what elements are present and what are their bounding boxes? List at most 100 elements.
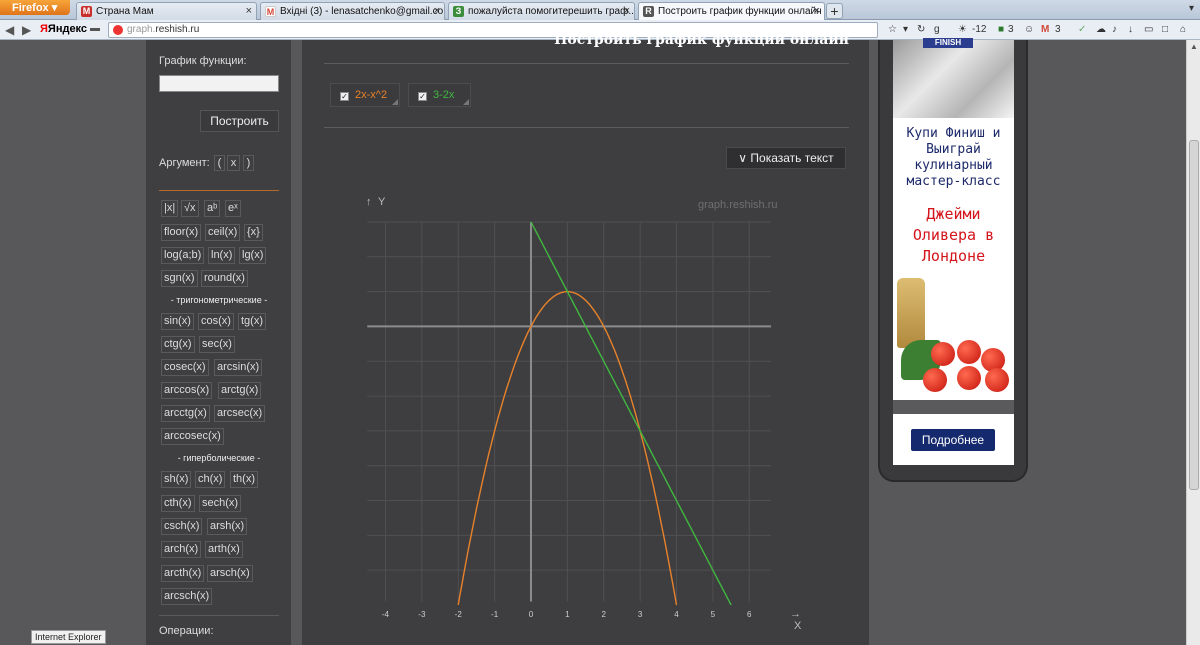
bookmark-folder-icon[interactable]: ▬ [90,23,100,34]
window-icon[interactable]: □ [1162,24,1168,35]
forward-icon[interactable]: ▶ [22,23,31,37]
graph-area[interactable]: -4-3-2-101234563210-1-2-3-4-5-6-7 graph.… [350,185,850,645]
dropdown-icon[interactable]: ▾ [903,24,908,35]
tomato-image [957,340,981,364]
new-tab-button[interactable]: + [826,3,843,19]
tab-bar: Firefox ▾ М Страна Мам × M Вхідні (3) - … [0,0,1200,20]
cloud-icon[interactable]: ☁ [1096,24,1106,35]
arcctg-button[interactable]: arcctg(x) [161,405,210,422]
bookmark-star-icon[interactable]: ☆ [888,24,897,35]
site-identity-icon[interactable] [113,25,123,35]
sh-button[interactable]: sh(x) [161,471,192,488]
ch-button[interactable]: ch(x) [195,471,226,488]
weather-temp[interactable]: -12 [972,24,986,35]
arccos-button[interactable]: arccos(x) [161,382,213,399]
arch-button[interactable]: arch(x) [161,541,202,558]
function-2-label: 3-2x [433,89,455,101]
round-button[interactable]: round(x) [201,270,248,287]
arsh-button[interactable]: arsh(x) [207,518,248,535]
corner-dropdown-icon[interactable] [463,99,469,105]
page-scrollbar[interactable]: ▲ [1186,40,1200,645]
mail-icon[interactable]: M [1041,24,1049,35]
ad-more-button[interactable]: Подробнее [911,429,995,451]
cosec-button[interactable]: cosec(x) [161,359,209,376]
tab-graph-reshish[interactable]: R Построить график функции онлайн × [638,2,825,20]
x-tick-label: 5 [711,610,716,619]
back-icon[interactable]: ◀ [5,23,14,37]
google-search-icon[interactable]: g [934,24,940,35]
functions-divider [324,127,849,128]
person-icon[interactable]: ☺ [1024,24,1034,35]
screen-icon[interactable]: ▭ [1144,24,1153,35]
tab-strana-mam[interactable]: М Страна Мам × [76,2,257,20]
log-button[interactable]: log(a;b) [161,247,205,264]
sin-button[interactable]: sin(x) [161,313,194,330]
ln-button[interactable]: ln(x) [208,247,236,264]
x-tick-label: 0 [529,610,534,619]
power-button[interactable]: aᵇ [204,200,221,217]
cos-button[interactable]: cos(x) [198,313,234,330]
arth-button[interactable]: arth(x) [205,541,243,558]
th-button[interactable]: th(x) [230,471,258,488]
frac-button[interactable]: {x} [244,224,263,241]
arsch-button[interactable]: arsch(x) [207,565,253,582]
bird-icon[interactable]: ✓ [1078,24,1086,35]
downloads-icon[interactable]: ↓ [1128,24,1133,35]
operations-label: Операции: [159,625,214,637]
scroll-up-icon[interactable]: ▲ [1190,42,1198,51]
csch-button[interactable]: csch(x) [161,518,203,535]
show-text-button[interactable]: ∨ Показать текст [726,147,846,169]
function-2-checkbox[interactable]: ✓ [418,92,427,101]
corner-dropdown-icon[interactable] [392,99,398,105]
advertisement-banner[interactable]: FINISH Купи Финиш и Выиграй кулинарный м… [893,38,1014,465]
floor-button[interactable]: floor(x) [161,224,202,241]
cth-button[interactable]: cth(x) [161,495,195,512]
function-graph[interactable]: -4-3-2-101234563210-1-2-3-4-5-6-7 graph.… [350,185,850,645]
reload-icon[interactable]: ↻ [917,24,925,35]
mail-count[interactable]: 3 [1055,24,1061,35]
sqrt-button[interactable]: √x [181,200,199,217]
arccosec-button[interactable]: arccosec(x) [161,428,224,445]
firefox-menu-button[interactable]: Firefox ▾ [0,0,70,15]
reshish-icon: R [643,6,654,17]
scrollbar-thumb[interactable] [1189,140,1199,490]
arg-x-button[interactable]: x [227,155,240,171]
arcsec-button[interactable]: arcsec(x) [214,405,266,422]
yandex-search-button[interactable]: ЯЯндекс [40,23,87,35]
sidebar-divider [159,190,279,191]
tab-gmail[interactable]: M Вхідні (3) - lenasatchenko@gmail.co...… [260,2,445,20]
function-tag-1[interactable]: ✓ 2x-x^2 [330,83,400,107]
tomato-image [985,368,1009,392]
exp-button[interactable]: eˣ [225,200,241,217]
tg-button[interactable]: tg(x) [238,313,266,330]
volume-icon[interactable]: ♪ [1112,24,1117,35]
weather-icon[interactable]: ☀ [958,24,967,35]
trig-group-label: - тригонометрические - [170,295,268,305]
close-tab-icon[interactable]: × [814,5,820,17]
counter-badge[interactable]: 3 [1008,24,1014,35]
arcsch-button[interactable]: arcsch(x) [161,588,213,605]
function-1-checkbox[interactable]: ✓ [340,92,349,101]
close-tab-icon[interactable]: × [624,5,630,17]
sech-button[interactable]: sech(x) [199,495,242,512]
sec-button[interactable]: sec(x) [199,336,235,353]
close-paren-button[interactable]: ) [243,155,254,171]
ctg-button[interactable]: ctg(x) [161,336,195,353]
function-input[interactable] [159,75,279,92]
open-paren-button[interactable]: ( [214,155,225,171]
tab-list-icon[interactable]: ▾ [1189,3,1194,14]
arctg-button[interactable]: arctg(x) [218,382,262,399]
close-tab-icon[interactable]: × [246,5,252,17]
tab-znanija[interactable]: З пожалуйста помогитерешить граф... × [448,2,635,20]
function-tag-2[interactable]: ✓ 3-2x [408,83,471,107]
arcsin-button[interactable]: arcsin(x) [214,359,263,376]
sgn-button[interactable]: sgn(x) [161,270,198,287]
abs-button[interactable]: |x| [161,200,179,217]
close-tab-icon[interactable]: × [434,5,440,17]
lg-button[interactable]: lg(x) [239,247,267,264]
ceil-button[interactable]: ceil(x) [205,224,241,241]
counter-icon[interactable]: ■ [998,24,1004,35]
build-button[interactable]: Построить [200,110,279,132]
arcth-button[interactable]: arcth(x) [161,565,205,582]
home-icon[interactable]: ⌂ [1180,24,1186,35]
